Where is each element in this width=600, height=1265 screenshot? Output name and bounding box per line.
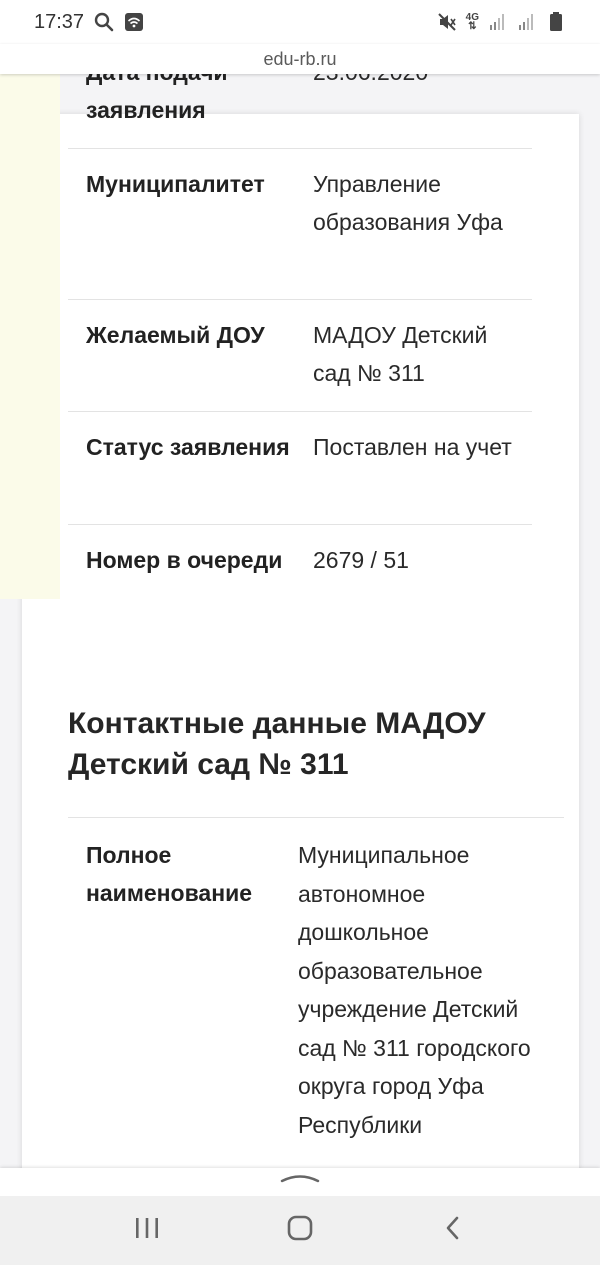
signal-icon <box>488 12 508 32</box>
bottom-toolbar-handle[interactable] <box>0 1168 600 1196</box>
recents-button[interactable] <box>122 1206 172 1256</box>
info-label: Желаемый ДОУ <box>86 322 265 348</box>
contacts-title: Контактные данные МАДОУ Детский сад № 31… <box>68 707 486 781</box>
status-bar: 17:37 4G ⇅ <box>0 0 600 44</box>
info-value: Управление образования Уфа <box>313 171 503 235</box>
signal-icon <box>517 12 537 32</box>
recents-icon <box>134 1216 160 1245</box>
screen: 17:37 4G ⇅ edu-rb.ru заявления Муниципал… <box>0 0 600 1265</box>
network-type: 4G ⇅ <box>465 12 479 32</box>
back-icon <box>443 1215 463 1246</box>
battery-icon <box>546 12 566 32</box>
info-label: Статус заявления <box>86 434 290 460</box>
info-row-municipality: Муниципалитет Управление образования Уфа <box>68 148 532 299</box>
back-button[interactable] <box>428 1206 478 1256</box>
url-text: edu-rb.ru <box>263 48 337 69</box>
status-right: 4G ⇅ <box>437 12 566 32</box>
network-label: 4G <box>465 12 479 23</box>
navigation-bar <box>0 1196 600 1265</box>
info-label: Номер в очереди <box>86 547 283 573</box>
info-row-status: Статус заявления Поставлен на учет <box>68 411 532 524</box>
url-bar[interactable]: edu-rb.ru <box>0 44 600 74</box>
page-content: Дата подачи заявления 23.06.2020 Муницип… <box>0 0 600 1168</box>
info-label: Муниципалитет <box>86 171 265 197</box>
contact-value: Муниципальное автономное дошкольное обра… <box>298 842 531 1138</box>
wifi-icon <box>124 12 144 32</box>
info-value: МАДОУ Детский сад № 311 <box>313 322 488 386</box>
status-left: 17:37 <box>34 11 144 34</box>
clock: 17:37 <box>34 10 85 33</box>
home-button[interactable] <box>275 1206 325 1256</box>
info-row-preferred-kindergarten: Желаемый ДОУ МАДОУ Детский сад № 311 <box>68 299 532 411</box>
search-icon <box>94 12 114 32</box>
application-info-table: Дата подачи заявления 23.06.2020 Муницип… <box>68 50 532 634</box>
info-row-queue-number: Номер в очереди 2679 / 51 <box>68 524 532 634</box>
contacts-table: Полное наименование Муниципальное автоно… <box>68 817 564 1177</box>
contact-label: Полное наименование <box>86 842 253 906</box>
info-value: Поставлен на учет <box>313 434 512 460</box>
chevron-up-icon <box>280 1168 320 1189</box>
home-icon <box>287 1215 313 1246</box>
mute-icon <box>437 12 457 32</box>
info-value: 2679 / 51 <box>313 547 409 573</box>
